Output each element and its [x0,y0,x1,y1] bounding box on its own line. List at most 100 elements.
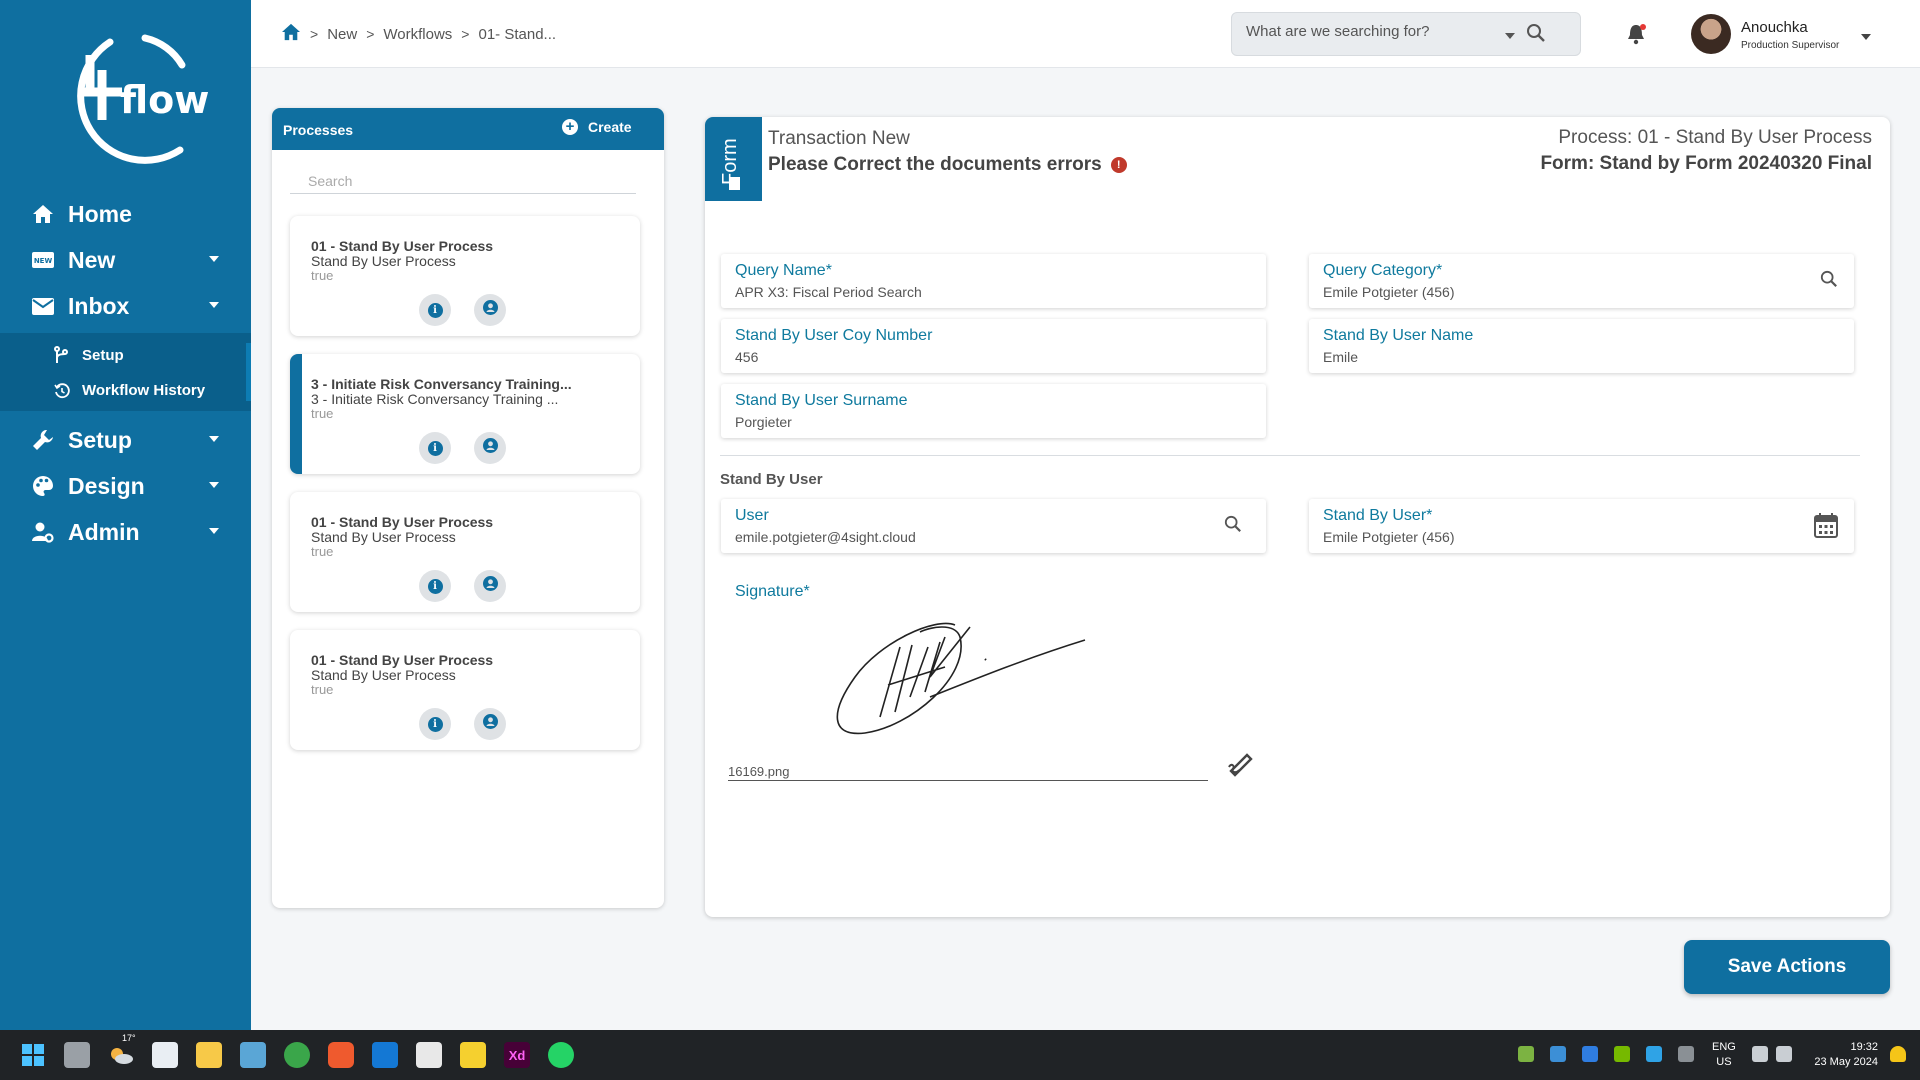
microsoft-store-icon[interactable] [152,1042,178,1068]
language-indicator[interactable]: ENG US [1712,1040,1736,1070]
submenu-setup[interactable]: Setup [54,346,124,364]
avatar[interactable] [1691,14,1731,54]
user-name-field[interactable]: Stand By User Name Emile [1309,319,1854,373]
tray-app-icon[interactable] [1518,1046,1534,1062]
user-button[interactable] [474,432,506,464]
chevron-right-icon: > [366,26,375,42]
field-value[interactable]: Emile Potgieter (456) [1323,284,1455,300]
field-label: Query Category* [1323,262,1443,279]
info-button[interactable]: i [419,570,451,602]
document-icon [729,177,740,190]
create-button[interactable]: + Create [562,119,632,135]
section-title: Stand By User [720,471,823,488]
breadcrumb-new[interactable]: New [327,26,357,43]
home-icon[interactable] [281,23,301,45]
process-card[interactable]: 01 - Stand By User Process Stand By User… [290,630,640,750]
branch-icon [54,346,72,364]
snipping-tool-icon[interactable] [416,1042,442,1068]
coy-number-field[interactable]: Stand By User Coy Number 456 [721,319,1266,373]
user-circle-icon [482,438,498,458]
user-button[interactable] [474,570,506,602]
remote-desktop-icon[interactable] [240,1042,266,1068]
adobe-xd-icon[interactable]: Xd [504,1042,530,1068]
user-circle-icon [482,576,498,596]
bluetooth-icon[interactable] [1582,1046,1598,1062]
breadcrumb-workflows[interactable]: Workflows [383,26,452,43]
process-card[interactable]: 01 - Stand By User Process Stand By User… [290,216,640,336]
process-card-title: 01 - Stand By User Process [311,238,494,254]
search-icon[interactable] [1526,23,1546,48]
chevron-down-icon [209,302,219,308]
file-explorer-icon[interactable] [196,1042,222,1068]
process-card-title: 3 - Initiate Risk Conversancy Training..… [311,376,572,392]
brave-browser-icon[interactable] [328,1042,354,1068]
query-category-field[interactable]: Query Category* Emile Potgieter (456) [1309,254,1854,308]
chevron-down-icon [209,528,219,534]
chevron-down-icon[interactable] [1505,33,1515,39]
global-search [1231,12,1581,56]
user-button[interactable] [474,708,506,740]
field-value[interactable]: Emile [1323,349,1358,365]
nav-inbox[interactable]: Inbox [0,284,251,328]
signature-pen-icon[interactable] [1227,753,1253,782]
breadcrumb-current[interactable]: 01- Stand... [478,26,556,43]
chevron-down-icon[interactable] [1861,34,1871,40]
utorrent-icon[interactable] [284,1042,310,1068]
info-button[interactable]: i [419,708,451,740]
stand-by-user-field[interactable]: Stand By User* Emile Potgieter (456) [1309,499,1854,553]
sticky-notes-icon[interactable] [460,1042,486,1068]
section-divider [720,455,1860,456]
chevron-down-icon [209,436,219,442]
outlook-icon[interactable] [372,1042,398,1068]
submenu-setup-label: Setup [82,346,124,364]
notification-bell-icon[interactable] [1890,1046,1906,1062]
search-icon[interactable] [1224,515,1242,538]
nav-setup[interactable]: Setup [0,418,251,462]
nav-new[interactable]: NEW New [0,238,251,282]
volume-icon[interactable] [1776,1046,1792,1062]
nav-design[interactable]: Design [0,464,251,508]
surname-field[interactable]: Stand By User Surname Porgieter [721,384,1266,438]
process-card[interactable]: 01 - Stand By User Process Stand By User… [290,492,640,612]
save-actions-button[interactable]: Save Actions [1684,940,1890,994]
nav-home[interactable]: Home [0,192,251,236]
process-search-input[interactable] [290,168,636,194]
field-label: Stand By User Surname [735,392,908,409]
user-field[interactable]: User emile.potgieter@4sight.cloud [721,499,1266,553]
query-name-field[interactable]: Query Name* APR X3: Fiscal Period Search [721,254,1266,308]
logo-text: flow [120,78,210,122]
user-name[interactable]: Anouchka [1741,19,1808,36]
field-value[interactable]: emile.potgieter@4sight.cloud [735,529,916,545]
info-button[interactable]: i [419,294,451,326]
notification-bell-icon[interactable] [1626,23,1648,50]
search-input[interactable] [1246,23,1516,40]
info-button[interactable]: i [419,432,451,464]
submenu-workflow-history[interactable]: Workflow History [54,382,205,399]
task-view-icon[interactable] [64,1042,90,1068]
whatsapp-icon[interactable] [548,1042,574,1068]
calendar-icon[interactable] [1814,512,1838,543]
field-value[interactable]: Porgieter [735,414,792,430]
user-button[interactable] [474,294,506,326]
weather-icon[interactable] [108,1042,134,1068]
field-label: Stand By User* [1323,507,1433,524]
tray-tool-icon[interactable] [1550,1046,1566,1062]
submenu-scrollbar[interactable] [246,343,251,401]
field-value[interactable]: Emile Potgieter (456) [1323,529,1455,545]
security-shield-icon[interactable] [1646,1046,1662,1062]
weather-temperature: 17° [122,1033,136,1043]
error-icon[interactable]: ! [1110,157,1127,173]
process-card-subtitle: Stand By User Process [311,667,456,683]
search-icon[interactable] [1820,270,1838,293]
field-value[interactable]: APR X3: Fiscal Period Search [735,284,922,300]
windows-start-icon[interactable] [20,1042,46,1068]
keyboard-icon[interactable] [1678,1046,1694,1062]
field-value[interactable]: 456 [735,349,758,365]
nav-admin[interactable]: Admin [0,510,251,554]
network-icon[interactable] [1752,1046,1768,1062]
clock[interactable]: 19:32 23 May 2024 [1810,1040,1878,1070]
signature-image[interactable] [820,597,1120,757]
process-card-status: true [311,544,334,559]
process-card-active[interactable]: 3 - Initiate Risk Conversancy Training..… [290,354,640,474]
nvidia-icon[interactable] [1614,1046,1630,1062]
